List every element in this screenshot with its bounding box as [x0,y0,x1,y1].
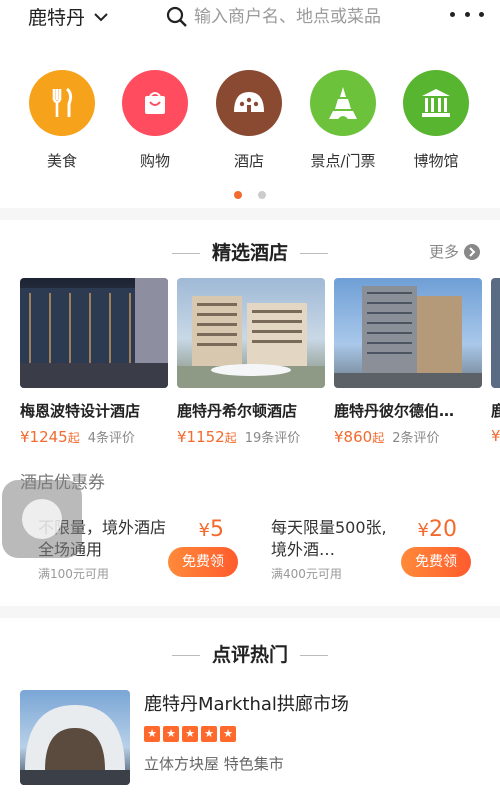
more-options-icon[interactable] [450,4,484,24]
price-unit: 起 [224,431,237,445]
hotel-card[interactable]: 梅恩波特设计酒店 ¥1245起 4条评价 [20,278,168,446]
hotel-dome-icon [216,70,282,136]
amount-value: 5 [210,517,224,542]
header: 鹿特丹 [0,0,500,34]
category-label: 博物馆 [413,152,459,170]
museum-icon [403,70,469,136]
hotel-reviews: 19条评价 [244,431,301,446]
hotel-name: 鹿特丹彼尔德伯… [334,402,455,420]
more-hotels-link[interactable]: 更多 [429,241,480,262]
shopping-bag-icon [122,70,188,136]
coupon-condition: 满100元可用 [38,567,109,581]
hotel-price: ¥ [491,427,500,445]
city-name: 鹿特丹 [28,7,86,29]
fork-knife-icon [29,70,95,136]
star-icon: ★ [182,726,198,742]
category-label: 美食 [46,152,77,170]
venue-tags: 立体方块屋 特色集市 [144,755,284,773]
currency: ¥ [417,520,429,541]
price-unit: 起 [67,431,80,445]
hotel-card[interactable]: 鹿特丹彼尔德伯… ¥860起 2条评价 [334,278,482,446]
page-dot-active [234,191,243,199]
category-hotel[interactable]: 酒店 [209,70,289,171]
hotel-price: ¥860 [334,428,373,446]
category-label: 景点/门票 [310,152,376,170]
search-bar[interactable] [158,0,426,34]
venue-name: 鹿特丹Markthal拱廊市场 [144,694,349,715]
hotel-name: 鹿特丹希尔顿酒店 [177,402,298,420]
page: 鹿特丹 美食 [0,0,500,800]
hotel-photo [20,278,168,388]
coupon-condition: 满400元可用 [271,567,342,581]
search-icon [166,6,187,27]
star-icon: ★ [201,726,217,742]
category-attractions[interactable]: 景点/门票 [303,70,383,171]
more-label: 更多 [428,243,459,261]
chevron-right-icon [464,243,480,260]
hotel-meta: ¥1245起 4条评价 [20,427,168,446]
hotel-card[interactable]: 鹿 ¥ [491,278,500,445]
hotel-name: 梅恩波特设计酒店 [20,402,141,420]
category-label: 酒店 [233,152,264,170]
rating-stars: ★ ★ ★ ★ ★ [144,726,239,742]
page-indicator [0,184,500,203]
section-title-hotels: 精选酒店 [0,238,500,265]
category-shopping[interactable]: 购物 [115,70,195,171]
hotel-name: 鹿 [491,402,500,420]
divider [0,208,500,220]
coupon-amount: ¥20 [418,517,457,542]
chevron-down-icon [94,12,108,21]
category-label: 购物 [139,152,170,170]
star-icon: ★ [144,726,160,742]
category-food[interactable]: 美食 [22,70,102,171]
coupon-amount: ¥5 [199,517,224,542]
claim-coupon-button[interactable]: 免费领 [401,547,471,577]
category-museum[interactable]: 博物馆 [396,70,476,171]
category-grid: 美食 购物 酒店 景点/门票 博物馆 [0,70,500,175]
search-input[interactable] [194,7,414,27]
hotel-meta: ¥1152起 19条评价 [177,427,325,446]
hotel-card[interactable]: 鹿特丹希尔顿酒店 ¥1152起 19条评价 [177,278,325,446]
review-list-item[interactable]: 鹿特丹Markthal拱廊市场 ★ ★ ★ ★ ★ 立体方块屋 特色集市 [20,690,490,790]
page-dot [257,191,266,199]
amount-value: 20 [429,517,457,542]
coupon-card[interactable]: 每天限量500张,境外酒… 满400元可用 ¥20 免费领 [253,505,481,589]
hotel-meta: ¥ [491,427,500,445]
hotel-meta: ¥860起 2条评价 [334,427,482,446]
claim-coupon-button[interactable]: 免费领 [168,547,238,577]
tower-icon [310,70,376,136]
hotel-reviews: 2条评价 [392,431,440,446]
section-title-reviews: 点评热门 [0,640,500,667]
coupon-desc: 每天限量500张,境外酒… [271,518,387,559]
hotel-reviews: 4条评价 [87,431,136,446]
hotel-price: ¥1245 [20,428,68,446]
hotel-photo [334,278,482,388]
price-unit: 起 [372,431,385,445]
venue-photo [20,690,130,785]
hotel-carousel[interactable]: 梅恩波特设计酒店 ¥1245起 4条评价 鹿特丹希尔顿酒店 ¥1152起 19条评价 [20,278,500,448]
assistive-touch-button[interactable] [2,480,82,558]
hotel-price: ¥1152 [177,428,225,446]
city-selector[interactable]: 鹿特丹 [28,3,109,30]
hotel-photo [491,278,500,388]
star-icon: ★ [220,726,236,742]
star-icon: ★ [163,726,179,742]
bottom-tab-bar [0,790,500,800]
divider [0,606,500,618]
currency: ¥ [198,520,210,541]
hotel-photo [177,278,325,388]
